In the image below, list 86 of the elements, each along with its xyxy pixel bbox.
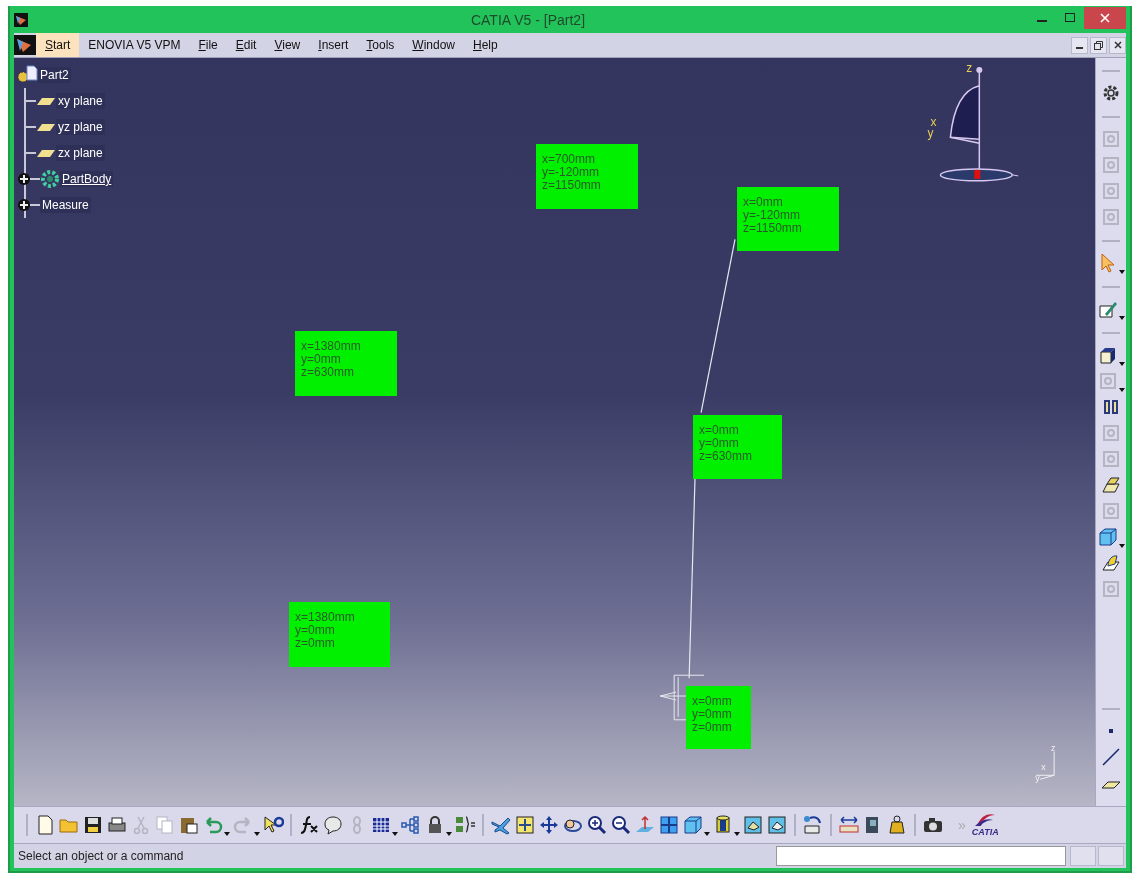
coordinate-text: y=0mm — [295, 624, 336, 637]
close-icon — [1113, 41, 1122, 49]
weight-icon[interactable] — [886, 814, 908, 836]
coordinate-text: y=0mm — [692, 708, 733, 721]
app-icon — [14, 12, 28, 27]
minimize-icon — [1076, 47, 1083, 49]
coordinate-text: z=1150mm — [743, 222, 803, 235]
tree-item[interactable]: Part2 — [38, 67, 71, 83]
loft-icon[interactable] — [1100, 552, 1122, 574]
coordinate-text: x=0mm — [692, 695, 733, 708]
expand-icon[interactable] — [18, 173, 30, 185]
minimize-icon — [1037, 19, 1047, 22]
part-icon — [16, 65, 38, 85]
expand-icon[interactable] — [18, 199, 30, 211]
menu-item[interactable]: ENOVIA V5 VPM — [79, 33, 190, 57]
coordinate-text: z=630mm — [699, 450, 754, 463]
coordinate-text: y=-120mm — [542, 166, 601, 179]
zoom-out-icon[interactable] — [610, 814, 632, 836]
caret-icon[interactable] — [1119, 544, 1125, 548]
plane-icon — [36, 148, 56, 158]
compass-drawing: z x y — [927, 60, 1019, 182]
plane-icon — [36, 96, 56, 106]
image-icon[interactable] — [742, 814, 764, 836]
coordinate-text: x=1380mm — [301, 340, 362, 353]
menu-item[interactable]: Help — [464, 33, 507, 57]
caret-icon[interactable] — [1119, 316, 1125, 320]
status-message: Select an object or a command — [18, 849, 185, 863]
quad-view-icon[interactable] — [658, 814, 680, 836]
coordinate-text: z=630mm — [301, 366, 356, 379]
close-button[interactable] — [1109, 36, 1126, 54]
menu-item[interactable]: Tools — [357, 33, 404, 57]
caret-icon[interactable] — [1119, 362, 1125, 366]
line-icon[interactable] — [1100, 746, 1122, 768]
function-icon[interactable] — [298, 814, 320, 836]
coordinate-text: z=0mm — [295, 637, 336, 650]
tree-item[interactable]: PartBody — [60, 171, 114, 187]
cube-icon[interactable] — [1097, 526, 1119, 548]
restore-icon — [1094, 40, 1103, 50]
menu-item[interactable]: Window — [403, 33, 464, 57]
tree-icon[interactable] — [400, 814, 422, 836]
rib-icon[interactable] — [1100, 474, 1122, 496]
zoom-in-icon[interactable] — [586, 814, 608, 836]
tree-item[interactable]: yz plane — [56, 119, 105, 135]
tree-item[interactable]: zx plane — [56, 145, 105, 161]
caret-icon[interactable] — [704, 832, 710, 836]
app-icon[interactable] — [14, 35, 36, 55]
caret-icon[interactable] — [1119, 270, 1125, 274]
logo-text: CATIA — [971, 827, 999, 837]
input-field[interactable] — [776, 846, 1066, 866]
coordinate-text: y=-120mm — [743, 209, 802, 222]
axis-triad-drawing: z x y — [1035, 742, 1056, 784]
caret-icon[interactable] — [446, 832, 452, 836]
coordinate-text: x=0mm — [743, 196, 784, 209]
caret-icon[interactable] — [224, 832, 230, 836]
caret-icon[interactable] — [392, 832, 398, 836]
cube-icon[interactable] — [682, 814, 704, 836]
coordinate-text: y=0mm — [301, 353, 342, 366]
menu-item[interactable]: Insert — [309, 33, 358, 57]
coordinate-text: z=0mm — [692, 721, 733, 734]
menu-item[interactable]: Edit — [226, 33, 266, 57]
maximize-icon — [1065, 12, 1075, 23]
caret-icon[interactable] — [734, 832, 740, 836]
coordinate-text: x=700mm — [542, 153, 597, 166]
gear-icon — [40, 169, 60, 189]
coordinate-text: y=0mm — [699, 437, 740, 450]
box-arrow-icon[interactable] — [802, 814, 824, 836]
fit-all-icon[interactable] — [514, 814, 536, 836]
close-icon — [1100, 12, 1110, 23]
move-arrows-icon[interactable] — [538, 814, 560, 836]
menu-item[interactable]: View — [265, 33, 310, 57]
restore-button[interactable] — [1090, 36, 1107, 54]
coordinate-text: x=0mm — [699, 424, 740, 437]
menu-item[interactable]: Start — [36, 33, 80, 57]
plane-icon — [36, 122, 56, 132]
minimize-button[interactable] — [1071, 36, 1088, 54]
3d-viewport[interactable]: z x y z x y Part2 xy plane yz plane zx plane PartBody Measure x=700mm y=-120mm z=1150mm x=0mm y=-120mm z=1150mm x=1380mm y=0mm z=630mm x=0mm y=0mm z=630mm x=1380mm y=0mm z=0mm x=0mm y=0mm z=0mm — [14, 58, 1095, 806]
brace-icon[interactable] — [454, 814, 476, 836]
coordinate-text: x=1380mm — [295, 611, 356, 624]
coordinate-text: z=1150mm — [542, 179, 602, 192]
menu-item[interactable]: File — [189, 33, 227, 57]
tree-item[interactable]: xy plane — [56, 93, 105, 109]
speech-bubble-icon[interactable] — [322, 814, 344, 836]
image-icon[interactable] — [766, 814, 788, 836]
tree-item[interactable]: Measure — [40, 197, 91, 213]
window-title: CATIA V5 - [Part2] — [469, 11, 587, 28]
ruler-icon[interactable] — [838, 814, 860, 836]
